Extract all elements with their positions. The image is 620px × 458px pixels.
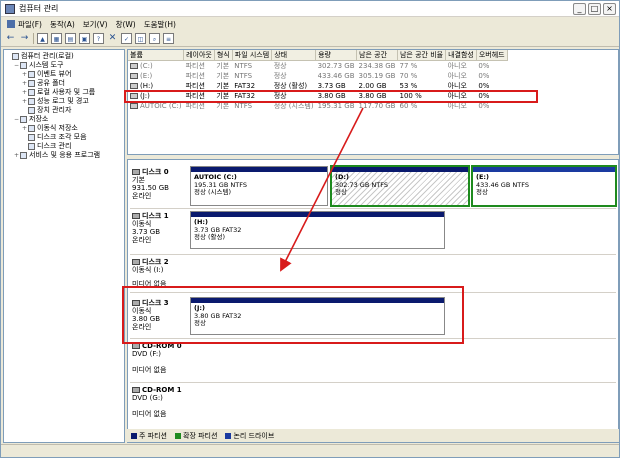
arrow-line: [280, 107, 364, 272]
annotation-arrow: [280, 107, 364, 272]
